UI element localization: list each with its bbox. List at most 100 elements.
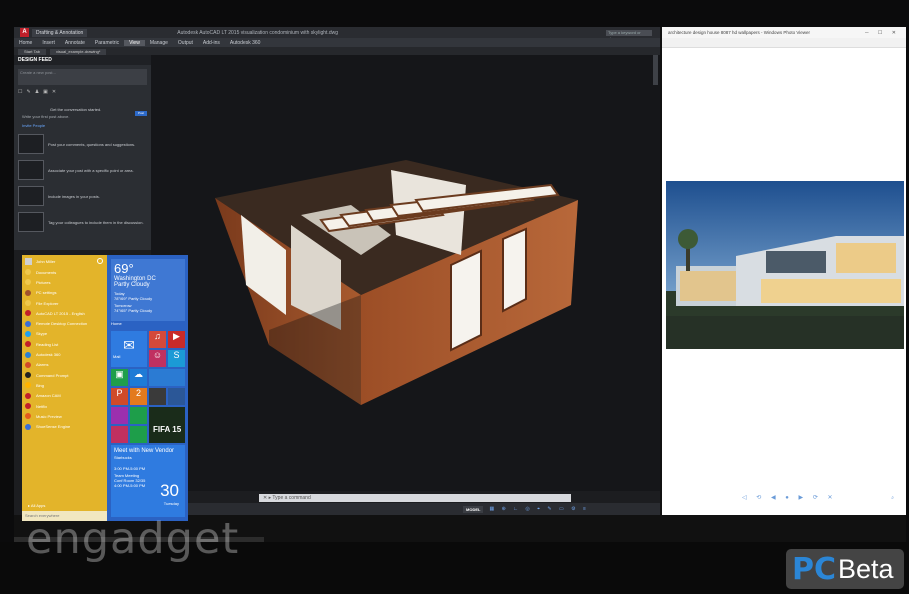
ribbon-tab-annotate[interactable]: Annotate [60, 40, 90, 46]
user-account[interactable]: John Miller [22, 255, 107, 267]
start-app-item[interactable]: Netflix [22, 401, 107, 411]
office-tile[interactable]: P [111, 388, 128, 405]
start-app-item[interactable]: Music Preview [22, 411, 107, 421]
window-controls[interactable]: ─ ☐ ✕ [865, 30, 900, 36]
viewer-zoom-icon[interactable]: ⌕ [891, 495, 894, 501]
live-tiles: 69° Washington DC Partly Cloudy Today 78… [107, 255, 188, 521]
app-label: Reading List [36, 341, 59, 347]
command-line-close-icon[interactable]: ✕ ▸ [263, 495, 272, 501]
drawing-viewport[interactable] [151, 55, 660, 491]
start-app-item[interactable]: Bing [22, 380, 107, 390]
beta-text: Beta [838, 553, 894, 584]
calendar-tile[interactable]: Meet with New Vendor Starbucks 3:00 PM-5… [111, 445, 185, 517]
app-icon [25, 403, 31, 409]
ribbon-tabs: Home Insert Annotate Parametric View Manage Ou… [14, 38, 660, 47]
start-app-item[interactable]: AutoCAD LT 2015 - English [22, 308, 107, 318]
start-app-item[interactable]: Remote Desktop Connection [22, 318, 107, 328]
app-icon [25, 289, 31, 296]
status-toggle-icons[interactable]: ▦ ⊕ ∟ ◎ ⌖ ✎ ▭ ⚙ ≡ [489, 506, 588, 512]
all-apps-link[interactable]: ▸ All Apps [28, 503, 45, 508]
start-app-item[interactable]: Pictures [22, 277, 107, 287]
music-tile[interactable]: ♫ [149, 331, 166, 348]
start-app-item[interactable]: Amazon CAM [22, 391, 107, 401]
autocad-logo-icon[interactable]: A [20, 28, 29, 37]
ribbon-tab-manage[interactable]: Manage [145, 40, 173, 46]
ribbon-tab-insert[interactable]: Insert [37, 40, 60, 46]
app-label: Autodesk 360 [36, 352, 61, 358]
ribbon-tab-parametric[interactable]: Parametric [90, 40, 124, 46]
start-app-item[interactable]: Skype [22, 329, 107, 339]
camera-tile[interactable] [111, 426, 128, 443]
store-tile[interactable]: ▣ [111, 369, 128, 386]
mail-tile[interactable]: ✉ Mail [111, 331, 147, 367]
start-app-item[interactable]: PC settings [22, 288, 107, 298]
skype-icon: S [173, 350, 180, 360]
viewer-titlebar: architecture design house 8087 hd wallpa… [662, 27, 906, 38]
start-app-item[interactable]: File Explorer [22, 298, 107, 308]
post-tools: ☐ ✎ ♟ ▣ ✕ [18, 89, 147, 95]
start-app-item[interactable]: Autodesk 360 [22, 349, 107, 359]
pencil-icon[interactable]: ✎ [26, 89, 30, 95]
viewer-nav-controls[interactable]: ◁ ⟲ ◀ ● ▶ ⟳ ✕ [742, 494, 837, 501]
photos-tile[interactable]: 2 [130, 388, 147, 405]
people-icon: ☺ [152, 350, 163, 360]
onenote-tile[interactable] [111, 407, 128, 424]
game-tile[interactable]: FIFA 15 [149, 407, 185, 443]
ribbon-tab-add-ins[interactable]: Add-ins [198, 40, 225, 46]
viewport-scrollbar[interactable] [653, 55, 658, 85]
app-label: Pictures [36, 279, 51, 285]
excel-tile[interactable] [130, 407, 147, 424]
start-app-item[interactable]: ShoeSense Engine [22, 421, 107, 431]
app-icon [25, 372, 31, 379]
checkbox-icon[interactable]: ☐ [18, 89, 22, 95]
app-label: Remote Desktop Connection [36, 321, 88, 327]
search-input[interactable]: Type a keyword or phrase [606, 29, 652, 41]
ribbon-tab-view[interactable]: View [124, 39, 145, 46]
skype-tile[interactable]: S [168, 350, 185, 367]
pc-logo-text: PC [792, 551, 837, 587]
ribbon-tab-autodesk-360[interactable]: Autodesk 360 [225, 40, 266, 46]
games-tile[interactable] [130, 426, 147, 443]
start-menu: John Miller Documents Pictures PC settings… [22, 255, 188, 537]
app-icon [25, 310, 31, 317]
xbox-tile[interactable] [149, 388, 166, 405]
app-icon [25, 423, 31, 430]
ribbon-tab-output[interactable]: Output [173, 40, 198, 46]
app-icon [25, 361, 31, 368]
command-line[interactable]: ✕ ▸ Type a command [259, 494, 571, 502]
word-tile[interactable] [168, 388, 185, 405]
app-icon [25, 330, 31, 337]
post-input[interactable]: Create a new post... [18, 69, 147, 85]
app-label: File Explorer [36, 300, 59, 306]
start-app-item[interactable]: Command Prompt [22, 370, 107, 380]
app-icon [25, 341, 31, 348]
start-app-item[interactable]: Documents [22, 267, 107, 277]
people-tile[interactable]: ☺ [149, 350, 166, 367]
person-icon[interactable]: ♟ [35, 89, 39, 95]
tip-text: Post your comments, questions and sugges… [48, 141, 136, 147]
video-tile[interactable]: ▶ [168, 331, 185, 348]
start-app-item[interactable]: Alarms [22, 360, 107, 370]
onedrive-tile[interactable]: ☁ [130, 369, 147, 386]
all-apps-label: All Apps [30, 503, 46, 508]
start-app-item[interactable]: Reading List [22, 339, 107, 349]
image-icon[interactable]: ▣ [43, 89, 48, 95]
workspace-switcher[interactable]: Drafting & Annotation [32, 28, 88, 37]
weather-condition: Partly Cloudy [114, 282, 150, 288]
file-tabs: Start Tab visual_example-drawing* [14, 47, 660, 55]
power-icon[interactable] [97, 258, 103, 264]
feed-tip-row: Include images in your posts. [18, 186, 151, 206]
game-label: FIFA 15 [153, 425, 182, 434]
news-tile[interactable] [149, 369, 185, 386]
model-tab[interactable]: MODEL [463, 505, 484, 513]
ribbon-tab-home[interactable]: Home [14, 40, 37, 46]
app-label: Command Prompt [36, 372, 69, 378]
app-label: Documents [36, 269, 57, 275]
weather-tile[interactable]: 69° Washington DC Partly Cloudy Today 78… [111, 259, 185, 329]
close-icon[interactable]: ✕ [52, 89, 56, 95]
post-button[interactable]: Post [135, 111, 147, 116]
window-title: Autodesk AutoCAD LT 2015 visualization c… [177, 29, 338, 36]
mail-icon: ✉ [123, 337, 135, 353]
invite-people-link[interactable]: Invite People [22, 123, 151, 128]
app-label: Skype [36, 331, 48, 337]
